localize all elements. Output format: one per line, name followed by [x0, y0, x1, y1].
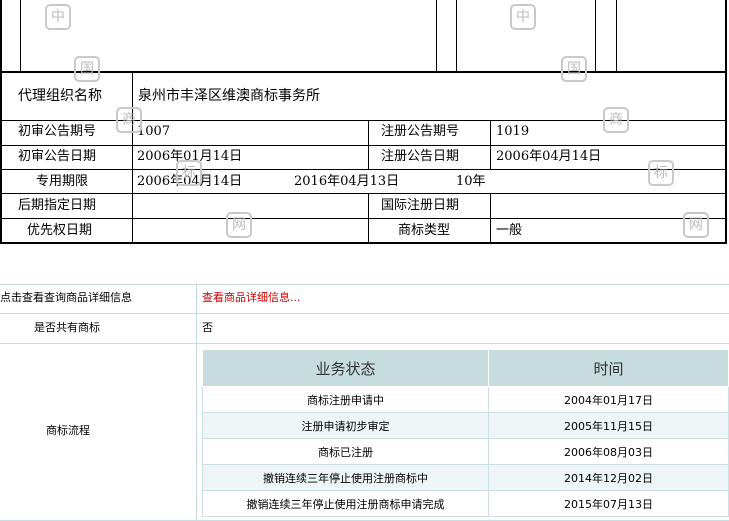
shared-trademark-value: 否	[202, 321, 213, 334]
watermark-logo: 国	[561, 56, 587, 82]
watermark-logo: 标	[176, 160, 202, 186]
cert-line	[368, 120, 369, 169]
column-divider	[196, 284, 197, 521]
cert-line	[20, 0, 21, 72]
watermark-logo: 中	[510, 4, 536, 30]
prelim-issue-label: 初审公告期号	[18, 124, 97, 139]
goods-detail-link[interactable]: 查看商品详细信息...	[202, 291, 301, 305]
watermark-logo: 商	[603, 107, 629, 133]
date-cell: 2006年08月03日	[488, 438, 729, 465]
shared-trademark-label: 是否共有商标	[34, 321, 100, 334]
trademark-certificate: 代理组织名称 泉州市丰泽区维澳商标事务所 初审公告期号 1007 注册公告期号 …	[0, 0, 729, 248]
time-column-header: 时间	[488, 349, 729, 387]
cert-line	[0, 0, 2, 72]
trademark-flow-label: 商标流程	[46, 424, 90, 437]
trademark-detail-table: 点击查看查询商品详细信息 查看商品详细信息... 是否共有商标 否 商标流程 业…	[0, 284, 729, 521]
row-divider	[0, 284, 729, 285]
cert-line	[0, 71, 727, 73]
reg-issue-label: 注册公告期号	[381, 124, 460, 139]
watermark-logo: 网	[683, 212, 709, 238]
row-divider	[0, 343, 729, 344]
status-cell: 商标已注册	[202, 438, 489, 465]
tm-type-value: 一般	[496, 223, 523, 238]
cert-line	[0, 169, 727, 170]
cert-line	[490, 193, 491, 244]
table-row: 商标已注册 2006年08月03日	[202, 438, 729, 465]
date-cell: 2015年07月13日	[488, 490, 729, 517]
date-cell: 2014年12月02日	[488, 464, 729, 491]
date-cell: 2004年01月17日	[488, 386, 729, 413]
watermark-logo: 标	[648, 160, 674, 186]
prelim-date-label: 初审公告日期	[18, 149, 97, 164]
cert-line	[456, 0, 457, 72]
intl-reg-label: 国际注册日期	[381, 198, 460, 213]
cert-line	[616, 0, 617, 72]
table-row: 撤销连续三年停止使用注册商标中 2014年12月02日	[202, 464, 729, 491]
cert-line	[0, 218, 727, 219]
status-cell: 撤销连续三年停止使用注册商标申请完成	[202, 490, 489, 517]
watermark-logo: 商	[116, 107, 142, 133]
reg-date-value: 2006年04月14日	[496, 149, 602, 164]
agency-label: 代理组织名称	[18, 88, 102, 104]
cert-line	[0, 71, 2, 244]
goods-detail-label: 点击查看查询商品详细信息	[0, 291, 132, 304]
later-designation-label: 后期指定日期	[18, 198, 97, 213]
cert-line	[595, 0, 596, 72]
table-row: 商标注册申请中 2004年01月17日	[202, 386, 729, 413]
priority-label: 优先权日期	[27, 223, 93, 238]
cert-line	[0, 242, 727, 244]
exclusive-end: 2016年04月13日	[294, 174, 400, 189]
cert-line	[368, 193, 369, 244]
date-cell: 2005年11月15日	[488, 412, 729, 439]
cert-line	[0, 193, 727, 194]
reg-date-label: 注册公告日期	[381, 149, 460, 164]
tm-type-label: 商标类型	[398, 223, 451, 238]
status-column-header: 业务状态	[202, 349, 489, 387]
trademark-flow-table: 业务状态 时间 商标注册申请中 2004年01月17日 注册申请初步审定 200…	[202, 349, 729, 517]
reg-issue-value: 1019	[496, 124, 530, 139]
exclusive-label: 专用期限	[36, 174, 89, 189]
cert-line	[490, 120, 491, 169]
status-cell: 商标注册申请中	[202, 386, 489, 413]
cert-line	[132, 71, 133, 244]
agency-value: 泉州市丰泽区维澳商标事务所	[138, 88, 320, 104]
flow-header-row: 业务状态 时间	[202, 349, 729, 387]
table-row: 注册申请初步审定 2005年11月15日	[202, 412, 729, 439]
watermark-logo: 中	[45, 4, 71, 30]
status-cell: 注册申请初步审定	[202, 412, 489, 439]
row-divider	[0, 313, 729, 314]
cert-line	[725, 0, 727, 243]
watermark-logo: 国	[74, 56, 100, 82]
table-row: 撤销连续三年停止使用注册商标申请完成 2015年07月13日	[202, 490, 729, 517]
exclusive-years: 10年	[456, 174, 486, 189]
cert-line	[436, 0, 437, 72]
watermark-logo: 网	[226, 212, 252, 238]
cert-line	[0, 145, 727, 146]
status-cell: 撤销连续三年停止使用注册商标中	[202, 464, 489, 491]
